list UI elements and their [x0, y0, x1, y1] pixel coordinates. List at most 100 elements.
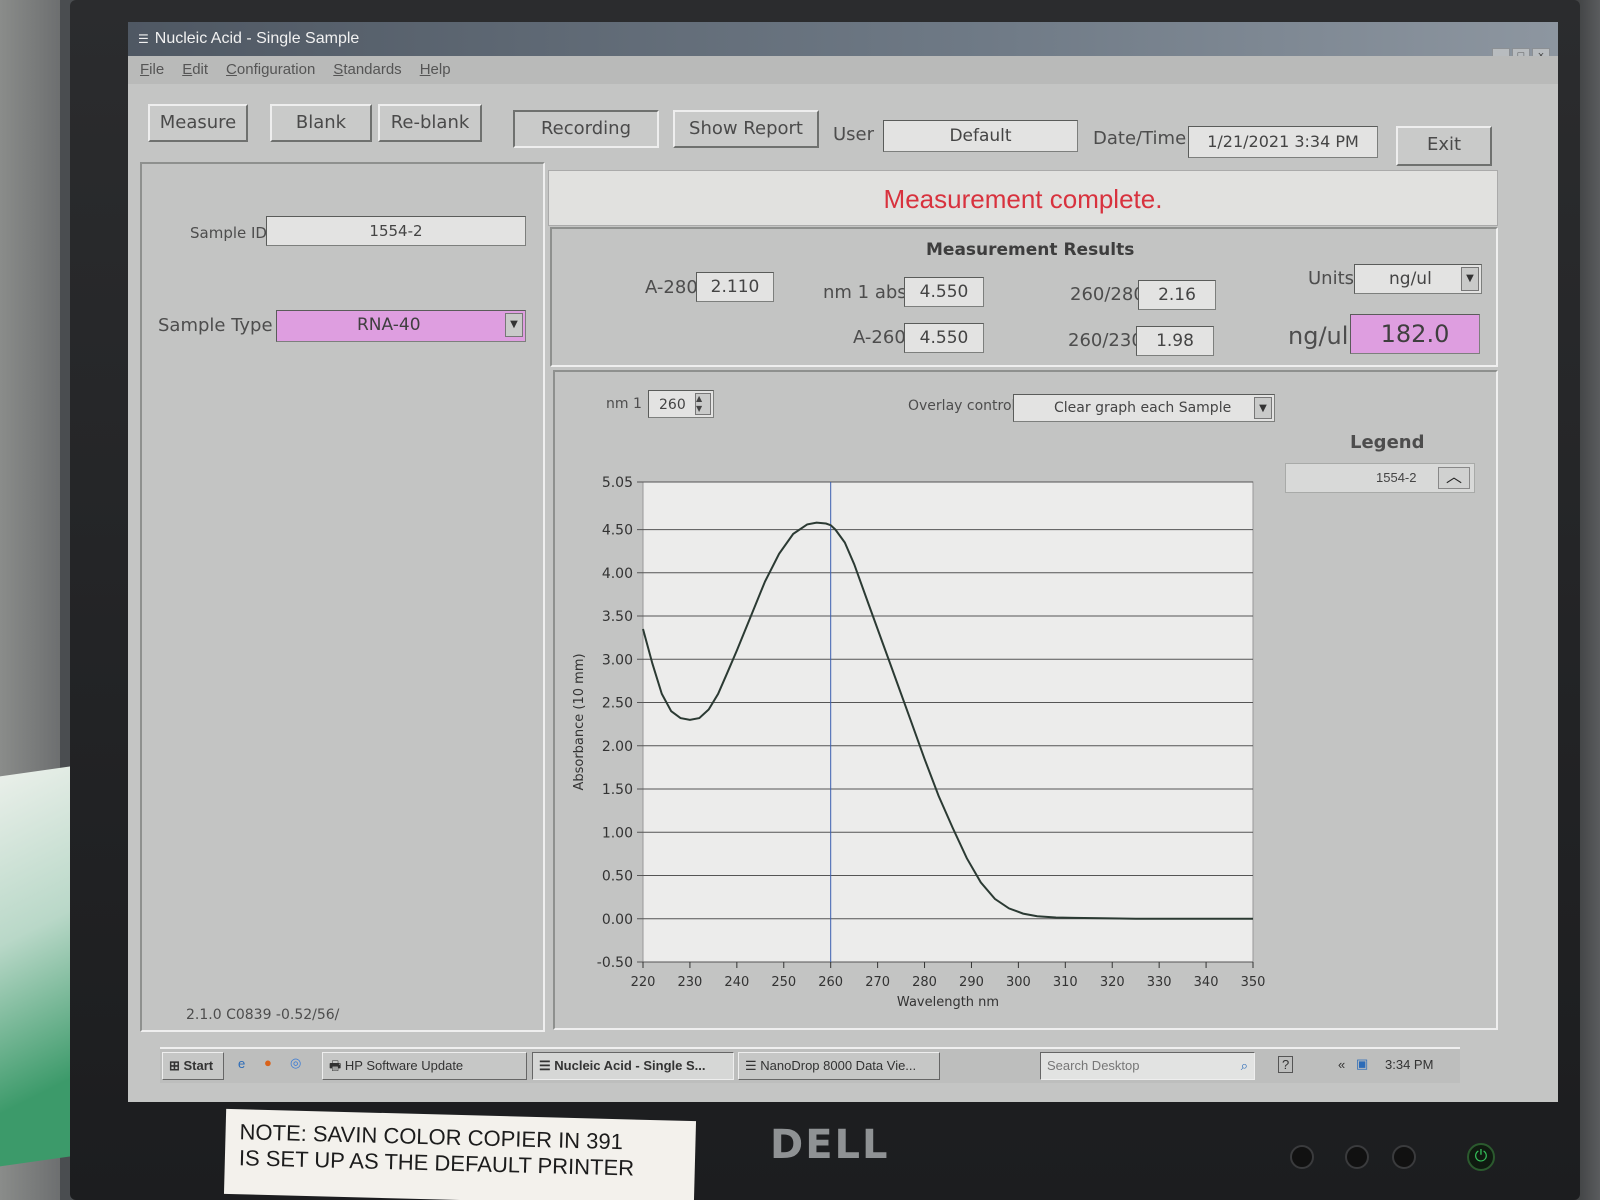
y-axis-label: Absorbance (10 mm)	[572, 653, 587, 790]
y-tick-label: 2.50	[602, 696, 633, 712]
x-tick-label: 320	[1100, 975, 1125, 990]
x-tick-label: 270	[865, 975, 890, 990]
y-tick-label: 2.00	[602, 739, 633, 755]
nm1abs-label: nm 1 abs.	[823, 282, 913, 303]
x-tick-label: 350	[1241, 975, 1266, 990]
user-label: User	[833, 124, 875, 145]
results-title: Measurement Results	[926, 240, 1135, 260]
exit-button[interactable]: Exit	[1396, 126, 1492, 166]
y-tick-label: 1.50	[602, 782, 633, 798]
sticky-note: NOTE: SAVIN COLOR COPIER IN 391 IS SET U…	[223, 1108, 697, 1200]
version-label: 2.1.0 C0839 -0.52/56/	[186, 1007, 340, 1023]
taskbar-item-nucleic-acid[interactable]: ☰ Nucleic Acid - Single S...	[532, 1052, 734, 1080]
legend-title: Legend	[1350, 432, 1425, 453]
y-tick-label: 3.50	[602, 609, 633, 625]
browser-icon[interactable]: ◎	[290, 1055, 301, 1071]
menu-bar: File Edit Configuration Standards Help	[128, 56, 1558, 84]
blank-button[interactable]: Blank	[270, 104, 372, 142]
y-tick-label: -0.50	[597, 955, 633, 971]
taskbar-item-label: NanoDrop 8000 Data Vie...	[760, 1058, 917, 1073]
legend-entry-label: 1554-2	[1376, 470, 1417, 485]
ratio-260-230-label: 260/230	[1068, 330, 1143, 351]
y-tick-label: 1.00	[602, 825, 633, 841]
units-select[interactable]: ng/ul ▼	[1354, 264, 1482, 294]
y-tick-label: 5.05	[602, 475, 633, 491]
x-tick-label: 290	[959, 975, 984, 990]
datetime-label: Date/Time	[1093, 128, 1187, 149]
x-tick-label: 230	[678, 975, 703, 990]
ie-icon[interactable]: e	[238, 1056, 245, 1071]
menu-help[interactable]: Help	[420, 56, 451, 84]
chevron-down-icon[interactable]: ▼	[1461, 267, 1479, 291]
datetime-field: 1/21/2021 3:34 PM	[1188, 126, 1378, 158]
sample-type-label: Sample Type	[158, 315, 273, 336]
a280-label: A-280	[645, 277, 698, 298]
y-tick-label: 4.00	[602, 566, 633, 582]
taskbar-item-nanodrop[interactable]: ☰ NanoDrop 8000 Data Vie...	[738, 1052, 940, 1080]
user-field[interactable]: Default	[883, 120, 1078, 152]
app-icon: ☰	[138, 32, 149, 46]
x-tick-label: 310	[1053, 975, 1078, 990]
x-tick-label: 220	[631, 975, 656, 990]
monitor-button[interactable]	[1392, 1145, 1416, 1169]
y-tick-label: 3.00	[602, 652, 633, 668]
taskbar: ⊞ Start e ● ◎ 🖶 HP Software Update ☰ Nuc…	[160, 1047, 1460, 1083]
menu-edit[interactable]: Edit	[182, 56, 208, 84]
sample-type-select[interactable]: RNA-40 ▼	[276, 310, 526, 342]
app-icon: ☰	[539, 1058, 555, 1073]
window-title: Nucleic Acid - Single Sample	[154, 30, 360, 47]
y-tick-label: 0.00	[602, 912, 633, 928]
legend-entry[interactable]: 1554-2 ︿	[1285, 463, 1475, 493]
menu-configuration[interactable]: Configuration	[226, 56, 315, 84]
measure-button[interactable]: Measure	[148, 104, 248, 142]
a280-field: 2.110	[696, 272, 774, 302]
clock[interactable]: 3:34 PM	[1385, 1057, 1433, 1072]
network-icon[interactable]: ▣	[1356, 1056, 1368, 1072]
help-icon[interactable]: ?	[1278, 1056, 1294, 1073]
monitor-button[interactable]	[1345, 1145, 1369, 1169]
nm1abs-field: 4.550	[904, 277, 984, 307]
sample-panel	[140, 162, 545, 1032]
taskbar-item-label: Nucleic Acid - Single S...	[554, 1058, 706, 1073]
absorbance-chart: 5.05 4.50 4.00 3.50 3.00 2.50 2.00 1.50 1.00 0.50…	[572, 475, 1266, 1010]
taskbar-item-hp-update[interactable]: 🖶 HP Software Update	[322, 1052, 527, 1080]
chevron-down-icon[interactable]: ▼	[505, 313, 523, 337]
y-tick-label: 0.50	[602, 869, 633, 885]
x-axis-label: Wavelength nm	[897, 995, 999, 1010]
show-report-button[interactable]: Show Report	[673, 110, 819, 148]
ratio-260-280-field: 2.16	[1138, 280, 1216, 310]
a260-label: A-260	[853, 327, 906, 348]
x-tick-label: 330	[1147, 975, 1172, 990]
title-bar: ☰ Nucleic Acid - Single Sample	[128, 22, 1558, 56]
reblank-button[interactable]: Re-blank	[378, 104, 482, 142]
sample-id-field[interactable]: 1554-2	[266, 216, 526, 246]
menu-file[interactable]: File	[140, 56, 164, 84]
x-tick-label: 300	[1006, 975, 1031, 990]
firefox-icon[interactable]: ●	[264, 1055, 272, 1070]
x-tick-label: 280	[912, 975, 937, 990]
sample-id-label: Sample ID	[190, 224, 267, 242]
chevron-left-icon[interactable]: «	[1338, 1057, 1345, 1072]
line-swatch-icon: ︿	[1438, 467, 1470, 489]
x-tick-label: 260	[818, 975, 843, 990]
x-tick-label: 240	[724, 975, 749, 990]
app-icon: ☰	[745, 1058, 761, 1073]
search-icon[interactable]: ⌕	[1241, 1053, 1248, 1079]
search-desktop-input[interactable]: Search Desktop ⌕	[1040, 1052, 1255, 1080]
recording-button[interactable]: Recording	[513, 110, 659, 148]
start-button[interactable]: ⊞ Start	[162, 1052, 224, 1080]
ratio-260-280-label: 260/280	[1070, 284, 1145, 305]
power-icon[interactable]: ⏻	[1467, 1143, 1495, 1171]
screen: ☰Nucleic Acid - Single Sample _ □ × File…	[128, 22, 1558, 1102]
menu-standards[interactable]: Standards	[333, 56, 401, 84]
sample-type-value: RNA-40	[357, 315, 421, 335]
taskbar-item-label: HP Software Update	[344, 1058, 464, 1073]
y-tick-label: 4.50	[602, 523, 633, 539]
monitor-button[interactable]	[1290, 1145, 1314, 1169]
monitor-brand-logo: DELL	[770, 1122, 890, 1168]
plot-area	[642, 481, 1254, 963]
units-value: ng/ul	[1389, 269, 1432, 289]
a260-field: 4.550	[904, 323, 984, 353]
status-message: Measurement complete.	[548, 170, 1498, 226]
printer-icon: 🖶	[329, 1058, 345, 1073]
